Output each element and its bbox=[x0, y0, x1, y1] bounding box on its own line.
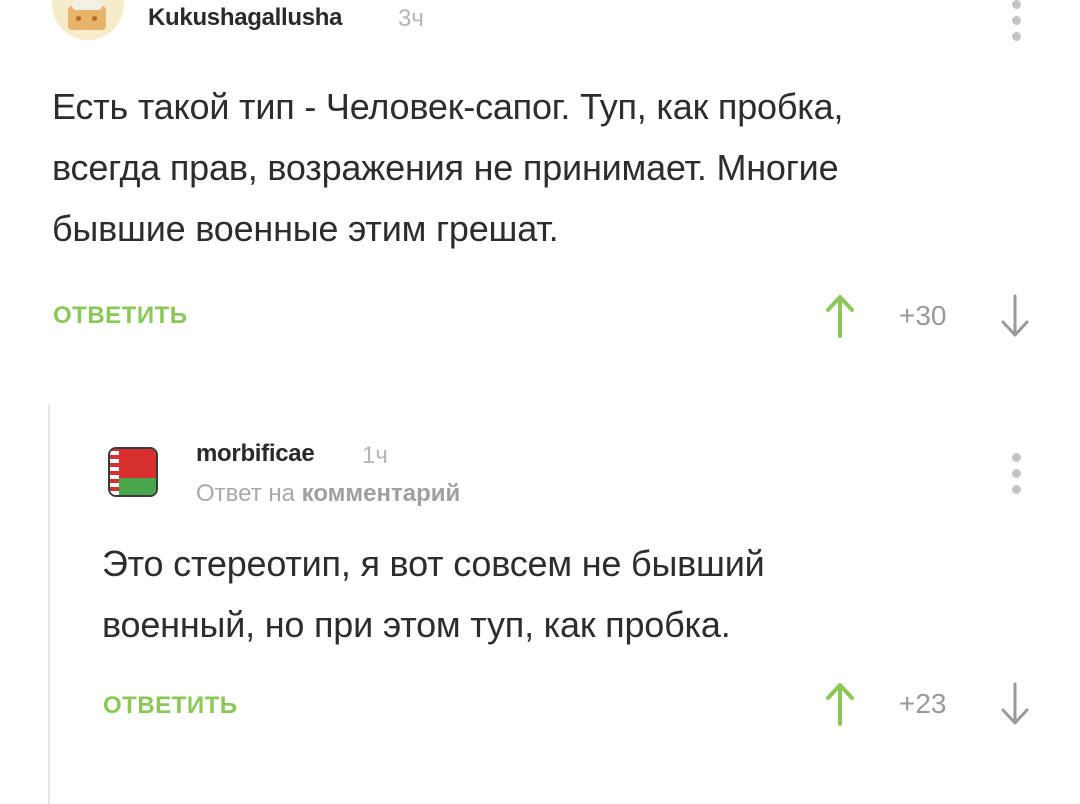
arrow-up-icon[interactable] bbox=[824, 680, 856, 728]
comment-body: Есть такой тип - Человек-сапог. Туп, как… bbox=[52, 76, 1052, 259]
more-vertical-icon[interactable] bbox=[1012, 453, 1022, 501]
reply-to-link[interactable]: комментарий bbox=[302, 480, 461, 507]
comment-line: Есть такой тип - Человек-сапог. Туп, как… bbox=[52, 86, 844, 127]
more-vertical-icon[interactable] bbox=[1012, 0, 1022, 48]
arrow-down-icon[interactable] bbox=[999, 680, 1031, 728]
rating-value: +23 bbox=[899, 688, 947, 719]
comment-line: военный, но при этом туп, как пробка. bbox=[102, 604, 731, 645]
belarus-flag-icon bbox=[110, 449, 156, 495]
rating-value: +30 bbox=[899, 300, 947, 331]
reply-to-info: Ответ на комментарий bbox=[196, 480, 460, 508]
comment-username[interactable]: morbificae bbox=[196, 440, 315, 468]
comment-line: бывшие военные этим грешат. bbox=[52, 208, 559, 249]
arrow-up-icon[interactable] bbox=[824, 292, 856, 340]
user-avatar[interactable] bbox=[52, 0, 124, 40]
arrow-down-icon[interactable] bbox=[999, 292, 1031, 340]
comment-line: Это стереотип, я вот совсем не бывший bbox=[102, 543, 765, 584]
reply-button[interactable]: ОТВЕТИТЬ bbox=[103, 692, 238, 720]
comment-line: всегда прав, возражения не принимает. Мн… bbox=[52, 147, 839, 188]
comment-username[interactable]: Kukushagallusha bbox=[148, 4, 343, 32]
user-avatar[interactable] bbox=[108, 447, 158, 497]
cake-icon bbox=[68, 0, 106, 30]
comment-time: 3ч bbox=[398, 5, 424, 32]
reply-to-prefix: Ответ на bbox=[196, 480, 295, 507]
thread-line bbox=[48, 404, 50, 804]
reply-button[interactable]: ОТВЕТИТЬ bbox=[53, 302, 188, 330]
comment-body: Это стереотип, я вот совсем не бывший во… bbox=[102, 533, 1042, 655]
comment-time: 1ч bbox=[362, 442, 388, 469]
